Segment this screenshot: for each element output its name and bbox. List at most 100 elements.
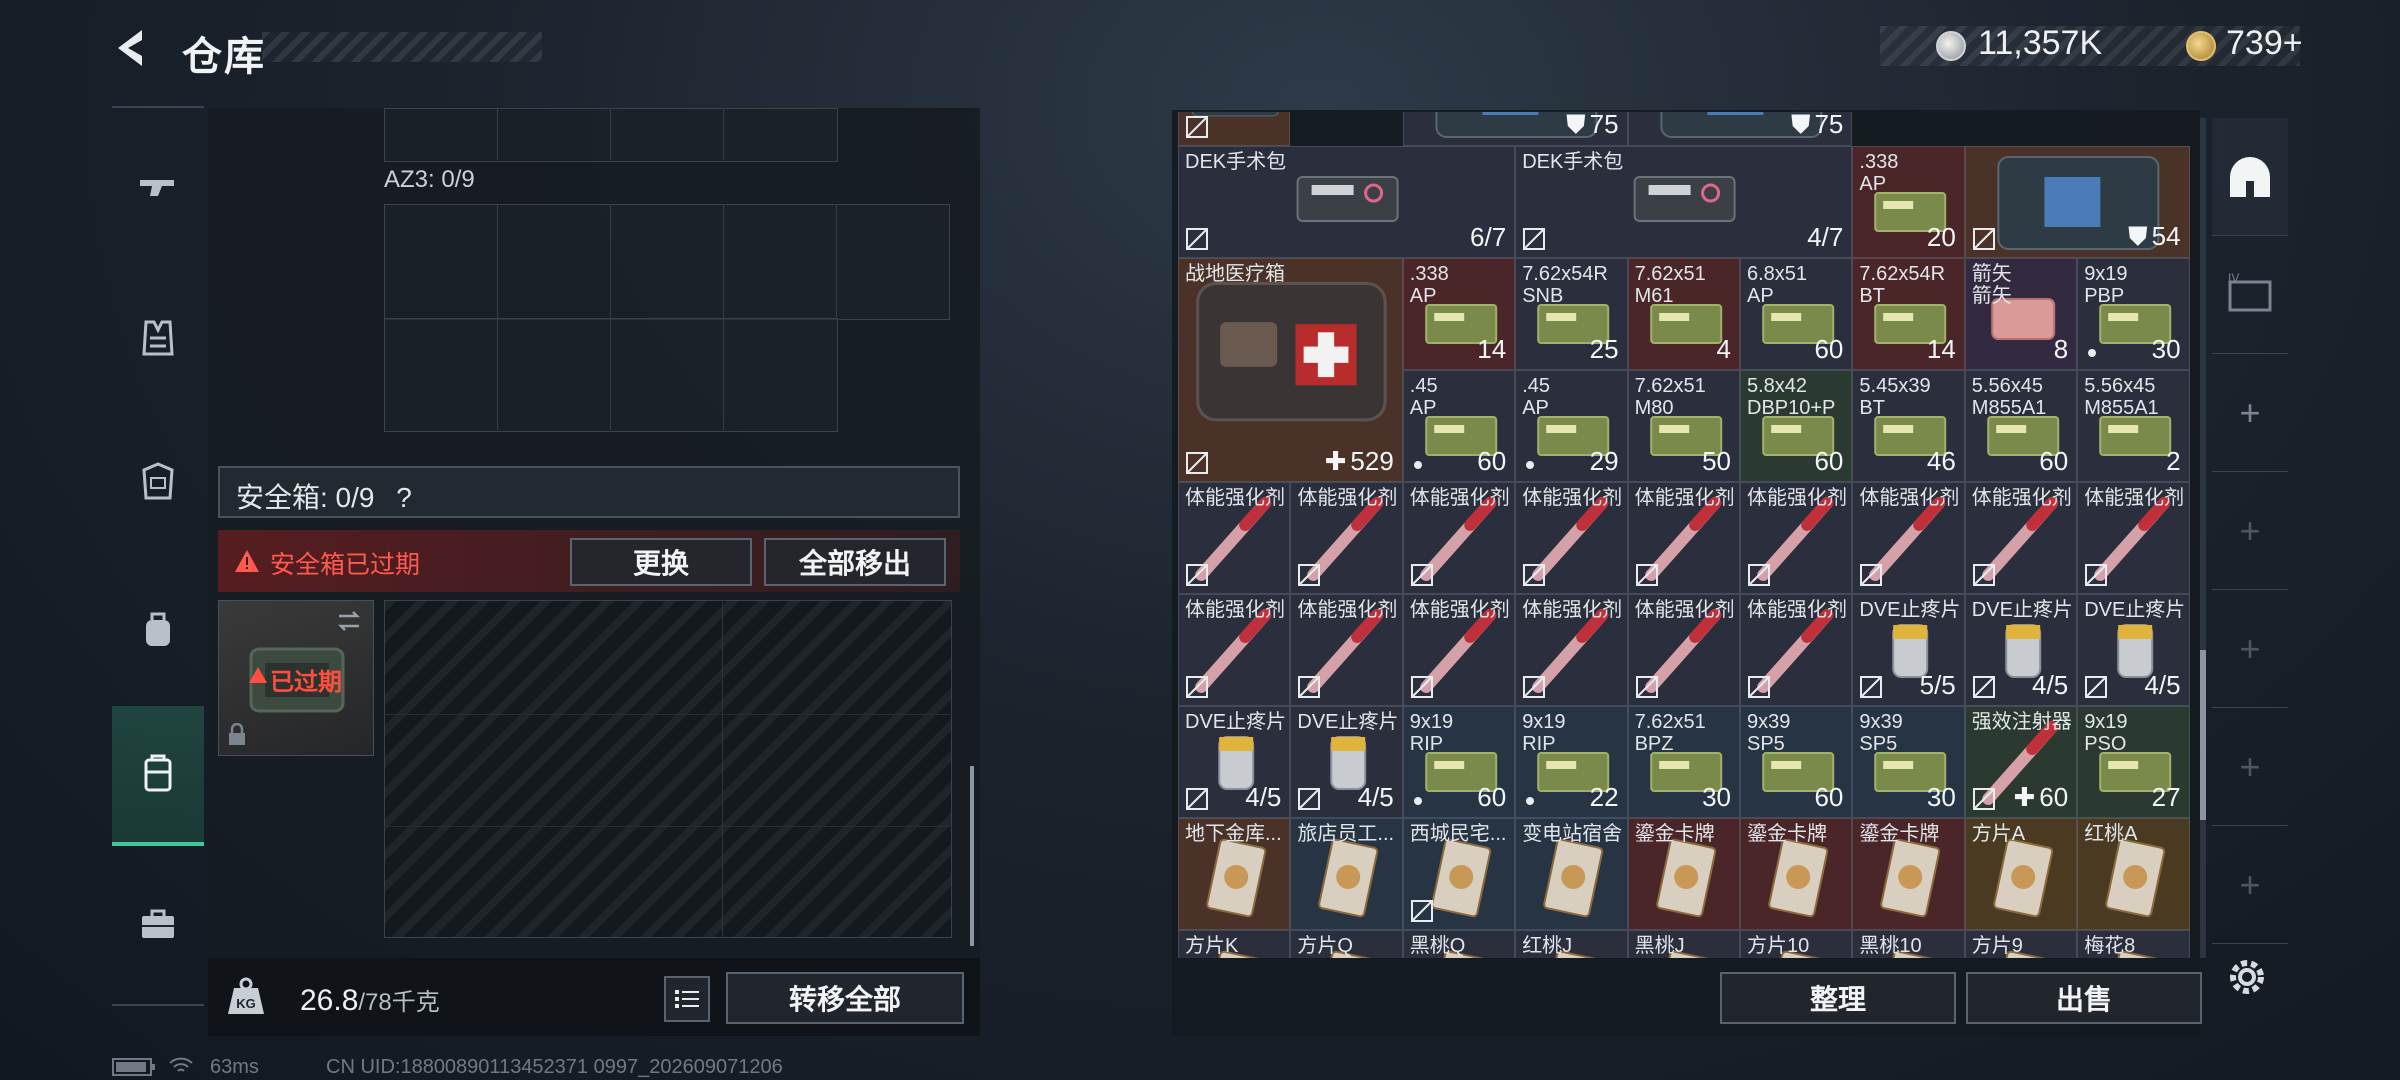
inventory-item[interactable]: 方片10 [1740,930,1853,958]
inventory-item[interactable]: 地下金库... [1178,818,1291,930]
inventory-item[interactable]: .45 AP 29 [1515,370,1628,482]
inventory-item[interactable]: 鎏金卡牌 [1740,818,1853,930]
inventory-item[interactable]: 体能强化剂 [1740,594,1853,706]
nav-backpack[interactable] [112,570,204,690]
side-tab-add-2[interactable]: + [2212,472,2288,590]
help-icon[interactable]: ? [396,482,412,513]
inventory-item[interactable]: 6.8x51 AP 60 [1740,258,1853,370]
inventory-item[interactable]: ⛊ 54 [1964,146,2190,258]
inventory-item[interactable]: 方片9 [1964,930,2078,958]
inventory-item[interactable]: .338 AP 20 [1852,146,1965,258]
side-tab-add-1[interactable]: + [2212,354,2288,472]
inventory-item[interactable]: 体能强化剂 [1290,594,1403,706]
inventory-scrollbar[interactable] [2200,118,2206,958]
inventory-item[interactable]: DVE止疼片 5/5 [1852,594,1965,706]
move-all-out-button[interactable]: 全部移出 [764,538,946,586]
inventory-item[interactable]: 变电站宿舍 [1515,818,1628,930]
sort-button[interactable]: 整理 [1720,972,1956,1024]
inventory-item[interactable]: 方片Q [1290,930,1403,958]
inventory-item[interactable]: 5.45x39 BT 46 [1852,370,1965,482]
inventory-item[interactable]: 体能强化剂 [1627,594,1740,706]
inventory-item[interactable]: DVE止疼片 4/5 [1290,706,1403,818]
inventory-item[interactable]: 鎏金卡牌 [1627,818,1740,930]
nav-vest[interactable] [112,278,204,398]
nav-case[interactable] [112,706,204,846]
side-tab-add-3[interactable]: + [2212,590,2288,708]
inventory-item[interactable]: 7.62x51 M80 50 [1627,370,1740,482]
inventory-item[interactable]: 9x19 RIP 22 [1515,706,1628,818]
safe-box-slots[interactable] [384,600,952,938]
inventory-item[interactable]: 9x19 RIP 60 [1402,706,1516,818]
gear-icon[interactable] [2222,952,2272,1002]
inventory-item[interactable]: 7.62x54R BT 14 [1852,258,1965,370]
inventory-item[interactable]: 体能强化剂 [1515,482,1628,594]
left-scrollbar[interactable] [970,766,974,946]
side-tab-add-4[interactable]: + [2212,708,2288,826]
inventory-item[interactable]: 红桃J [1515,930,1628,958]
inventory-item[interactable]: 体能强化剂 [1852,482,1965,594]
inventory-item[interactable]: 黑桃J [1627,930,1740,958]
inventory-item[interactable]: 体能强化剂 [1740,482,1853,594]
inventory-item[interactable]: ⛊ 75 [1402,112,1628,146]
inventory-item[interactable]: 9x19 PBP 30 [2077,258,2190,370]
nav-armor[interactable] [112,422,204,542]
nav-briefcase[interactable] [112,864,204,984]
inventory-item[interactable]: 方片K [1178,930,1291,958]
list-view-button[interactable] [664,976,710,1022]
inventory-item[interactable]: DVE止疼片 4/5 [1178,706,1291,818]
inventory-item[interactable] [1178,112,1291,146]
back-arrow-icon[interactable] [112,26,156,70]
inventory-item[interactable]: 方片A [1964,818,2078,930]
transfer-all-button[interactable]: 转移全部 [726,972,964,1024]
inventory-item[interactable]: 7.62x54R SNB 25 [1515,258,1628,370]
inventory-item[interactable]: .45 AP 60 [1402,370,1516,482]
inventory-item[interactable]: 西城民宅... [1402,818,1516,930]
gold-amount[interactable]: 739+ [2226,24,2303,63]
az3-slot-grid-lower[interactable] [384,318,838,432]
inventory-item[interactable]: 体能强化剂 [1178,482,1291,594]
replace-button[interactable]: 更换 [570,538,752,586]
side-tab-storage[interactable]: IV [2212,236,2288,354]
armor-shield-icon: ⛊ [1790,112,1811,139]
inventory-item[interactable]: DEK手术包 6/7 [1178,146,1516,258]
az3-slot-grid[interactable] [384,204,950,320]
sell-button[interactable]: 出售 [1966,972,2202,1024]
slot-grid-top[interactable] [384,108,838,162]
inventory-item[interactable]: 5.56x45 M855A1 60 [1964,370,2078,482]
inventory-item[interactable]: 体能强化剂 [1290,482,1403,594]
inventory-item[interactable]: .338 AP 14 [1402,258,1516,370]
inventory-item[interactable]: 梅花8 [2077,930,2190,958]
inventory-item[interactable]: 7.62x51 M61 4 [1627,258,1740,370]
inventory-item[interactable]: 9x39 SP5 60 [1740,706,1853,818]
inventory-item[interactable]: 旅店员工... [1290,818,1403,930]
swap-icon[interactable] [335,609,363,633]
inventory-item[interactable]: 体能强化剂 [2077,482,2190,594]
inventory-item[interactable]: 5.56x45 M855A1 2 [2077,370,2190,482]
nav-weapons[interactable] [112,128,204,248]
inventory-item[interactable]: 体能强化剂 [1178,594,1291,706]
inventory-item[interactable]: 战地医疗箱 ✚ 529 [1178,258,1403,482]
inventory-item[interactable]: 体能强化剂 [1627,482,1740,594]
inventory-item[interactable]: 5.8x42 DBP10+P 60 [1740,370,1853,482]
inventory-item[interactable]: 红桃A [2077,818,2190,930]
inventory-item[interactable]: 箭矢 箭矢 8 [1964,258,2078,370]
inventory-item[interactable]: DVE止疼片 4/5 [2077,594,2190,706]
inventory-item[interactable]: 9x19 PSO 27 [2077,706,2190,818]
item-name: 体能强化剂 [1185,599,1285,621]
inventory-item[interactable]: 体能强化剂 [1515,594,1628,706]
inventory-item[interactable]: 黑桃10 [1852,930,1965,958]
inventory-item[interactable]: 7.62x51 BPZ 30 [1627,706,1740,818]
inventory-item[interactable]: DVE止疼片 4/5 [1964,594,2078,706]
inventory-item[interactable]: 体能强化剂 [1402,482,1516,594]
side-tab-add-5[interactable]: + [2212,826,2288,944]
side-tab-stash[interactable] [2212,118,2288,236]
inventory-scrollbar-thumb[interactable] [2200,650,2206,820]
inventory-item[interactable]: 体能强化剂 [1402,594,1516,706]
inventory-item[interactable]: 黑桃Q [1402,930,1516,958]
inventory-item[interactable]: DEK手术包 4/7 [1515,146,1853,258]
inventory-item[interactable]: ⛊ 75 [1627,112,1853,146]
inventory-item[interactable]: 体能强化剂 [1964,482,2078,594]
inventory-item[interactable]: 强效注射器 ✚ 60 [1964,706,2078,818]
inventory-item[interactable]: 9x39 SP5 30 [1852,706,1965,818]
inventory-item[interactable]: 鎏金卡牌 [1852,818,1965,930]
